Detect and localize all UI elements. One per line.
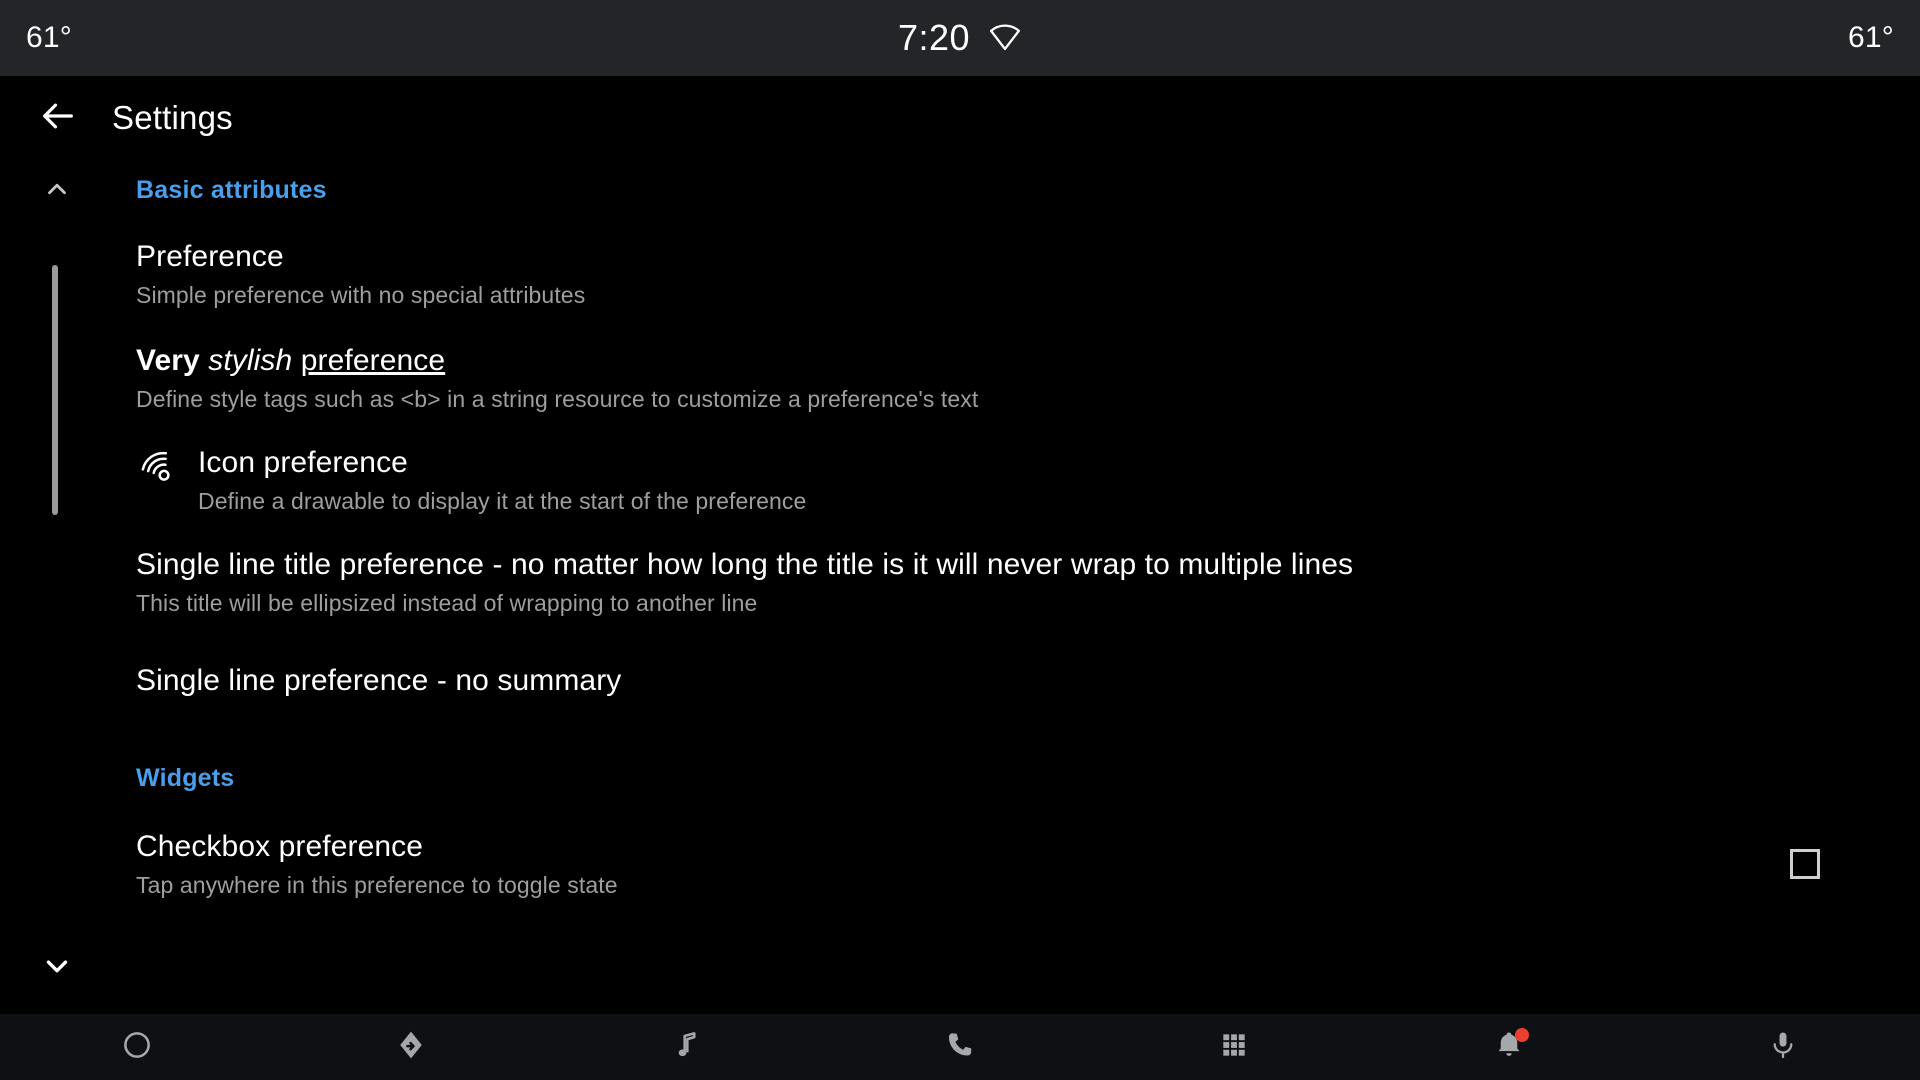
preference-row-stylish[interactable]: Very stylish preference Define style tag… xyxy=(0,342,1920,414)
device-screen: 61° 7:20 61° Settings Basic attributes P… xyxy=(0,0,1920,1080)
preference-title: Single line preference - no summary xyxy=(136,664,622,697)
preference-row-preference[interactable]: Preference Simple preference with no spe… xyxy=(0,238,1920,310)
arrow-left-icon xyxy=(38,96,78,141)
chevron-up-icon xyxy=(42,174,72,209)
nav-microphone-button[interactable] xyxy=(1646,1014,1920,1080)
preference-title: Checkbox preference xyxy=(136,830,424,863)
status-center-group: 7:20 xyxy=(898,17,1022,59)
status-left-temperature: 61° xyxy=(26,21,72,54)
preference-title-styled: Very stylish preference xyxy=(136,342,1860,380)
home-icon xyxy=(120,1028,154,1067)
category-basic-attributes: Basic attributes Preference Simple prefe… xyxy=(0,160,1920,700)
preference-summary: Simple preference with no special attrib… xyxy=(136,282,586,308)
notification-badge-dot xyxy=(1514,1028,1529,1042)
wifi-icon xyxy=(988,21,1022,56)
nav-home-button[interactable] xyxy=(0,1014,274,1080)
preference-text-group: Single line title preference - no matter… xyxy=(136,546,1860,618)
preference-summary: This title will be ellipsized instead of… xyxy=(136,590,758,616)
collapse-button[interactable] xyxy=(34,168,80,214)
nav-navigation-button[interactable] xyxy=(274,1014,548,1080)
preference-summary: Define a drawable to display it at the s… xyxy=(198,488,807,514)
nav-music-button[interactable] xyxy=(549,1014,823,1080)
page-title: Settings xyxy=(112,99,233,136)
preference-title: Preference xyxy=(136,240,284,273)
app-toolbar: Settings xyxy=(0,76,1920,160)
styled-part-bold: Very xyxy=(136,344,200,377)
preference-row-single-line-title[interactable]: Single line title preference - no matter… xyxy=(0,546,1920,618)
navigation-icon xyxy=(394,1028,428,1067)
preference-row-icon[interactable]: Icon preference Define a drawable to dis… xyxy=(0,444,1920,516)
preference-text-group: Single line preference - no summary xyxy=(136,662,1860,700)
apps-grid-icon xyxy=(1218,1029,1250,1066)
preference-icon-slot xyxy=(136,447,182,493)
nav-phone-button[interactable] xyxy=(823,1014,1097,1080)
wifi-tethering-icon xyxy=(139,448,179,493)
styled-part-italic: stylish xyxy=(208,344,293,377)
preference-title: Icon preference xyxy=(198,446,408,479)
preference-row-checkbox[interactable]: Checkbox preference Tap anywhere in this… xyxy=(0,828,1920,900)
styled-space xyxy=(200,344,208,377)
status-bar: 61° 7:20 61° xyxy=(0,0,1920,76)
nav-notifications-button[interactable] xyxy=(1371,1014,1645,1080)
phone-icon xyxy=(944,1029,976,1066)
category-title: Widgets xyxy=(136,763,235,792)
preference-summary: Tap anywhere in this preference to toggl… xyxy=(136,872,618,898)
expand-button[interactable] xyxy=(34,944,80,990)
preference-text-group: Icon preference Define a drawable to dis… xyxy=(198,444,1860,516)
nav-apps-button[interactable] xyxy=(1097,1014,1371,1080)
system-nav-bar xyxy=(0,1014,1920,1080)
checkbox-widget[interactable] xyxy=(1790,849,1820,879)
preference-title: Single line title preference - no matter… xyxy=(136,548,1354,581)
chevron-down-icon xyxy=(40,948,74,987)
preference-summary: Define style tags such as <b> in a strin… xyxy=(136,386,979,412)
status-right-temperature: 61° xyxy=(1848,21,1894,54)
status-clock: 7:20 xyxy=(897,17,971,58)
preference-text-group: Very stylish preference Define style tag… xyxy=(136,342,1860,414)
category-title: Basic attributes xyxy=(136,175,327,204)
category-widgets: Widgets Checkbox preference Tap anywhere… xyxy=(0,752,1920,900)
styled-space-2 xyxy=(292,344,300,377)
preference-text-group: Checkbox preference Tap anywhere in this… xyxy=(136,828,1860,900)
back-button[interactable] xyxy=(26,86,90,150)
preference-list[interactable]: Basic attributes Preference Simple prefe… xyxy=(0,160,1920,1014)
checkbox-unchecked-icon[interactable] xyxy=(1790,849,1820,879)
category-header: Widgets xyxy=(0,752,1920,804)
microphone-icon xyxy=(1767,1029,1799,1066)
music-note-icon xyxy=(670,1029,702,1066)
category-header: Basic attributes xyxy=(0,164,1920,216)
preference-row-no-summary[interactable]: Single line preference - no summary xyxy=(0,662,1920,700)
preference-text-group: Preference Simple preference with no spe… xyxy=(136,238,1860,310)
styled-part-underline: preference xyxy=(300,344,446,377)
